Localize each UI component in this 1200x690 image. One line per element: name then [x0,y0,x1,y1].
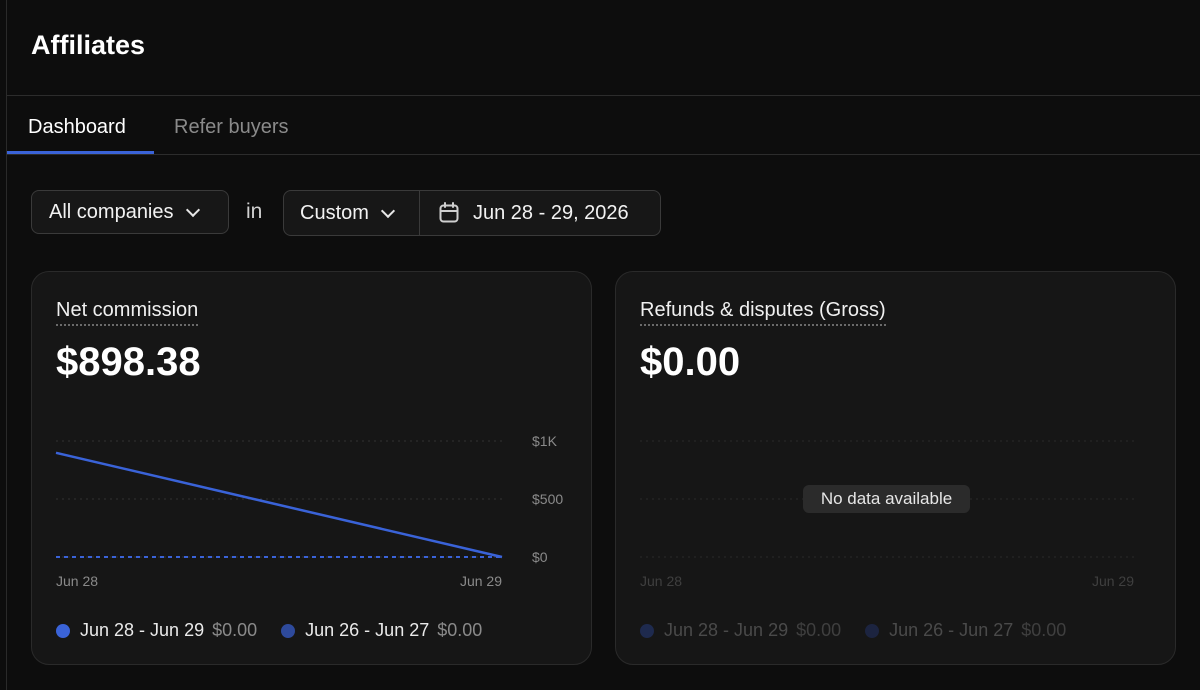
page-title: Affiliates [31,30,146,60]
legend-value: $0.00 [212,620,258,640]
range-preset-dropdown[interactable]: Custom [284,191,420,235]
series-line-current [55,451,503,559]
x-tick-label: Jun 28 [640,573,682,589]
no-data-badge: No data available [803,485,970,513]
legend-label: Jun 28 - Jun 29 [80,620,205,640]
legend-value: $0.00 [796,620,842,640]
date-range-label: Jun 28 - 29, 2026 [473,201,629,224]
legend-item-previous[interactable]: Jun 26 - Jun 27 $0.00 [281,620,482,641]
calendar-icon [439,202,459,223]
legend-label: Jun 26 - Jun 27 [889,620,1014,640]
legend-item-current[interactable]: Jun 28 - Jun 29 $0.00 [640,620,841,641]
y-tick-label: $1K [532,433,558,449]
refunds-disputes-card: Refunds & disputes (Gross) $0.00 Jun 28 … [615,271,1176,665]
tab-refer-buyers[interactable]: Refer buyers [174,116,289,139]
chart-legend: Jun 28 - Jun 29 $0.00 Jun 26 - Jun 27 $0… [56,620,506,641]
legend-label: Jun 28 - Jun 29 [664,620,789,640]
legend-dot-previous [281,623,296,638]
chevron-down-icon [380,203,395,218]
range-preset-label: Custom [300,201,369,224]
legend-dot-current [640,623,654,638]
y-tick-label: $0 [532,549,548,565]
date-range-picker: Custom Jun 28 - 29, 2026 [283,190,661,236]
legend-item-previous[interactable]: Jun 26 - Jun 27 $0.00 [865,620,1066,641]
y-tick-label: $500 [532,491,563,507]
tab-dashboard[interactable]: Dashboard [28,116,126,139]
chevron-down-icon [185,202,200,217]
x-tick-label: Jun 29 [1092,573,1134,589]
legend-label: Jun 26 - Jun 27 [305,620,430,640]
legend-value: $0.00 [1021,620,1067,640]
x-tick-label: Jun 29 [460,573,502,589]
date-range-button[interactable]: Jun 28 - 29, 2026 [421,191,660,235]
legend-dot-current [56,623,70,638]
x-tick-label: Jun 28 [56,573,98,589]
page-header: Affiliates [7,0,1200,96]
legend-dot-previous [865,623,880,638]
company-filter-label: All companies [49,200,174,223]
net-commission-card: Net commission $898.38 $1K $500 $0 Jun 28 Ju… [31,271,592,665]
legend-value: $0.00 [437,620,483,640]
net-commission-chart: $1K $500 $0 Jun 28 Jun 29 [55,433,563,589]
chart-legend: Jun 28 - Jun 29 $0.00 Jun 26 - Jun 27 $0… [640,620,1090,641]
filter-connector-text: in [246,200,263,223]
refunds-chart: Jun 28 Jun 29 [640,440,1136,589]
company-filter-dropdown[interactable]: All companies [31,190,229,234]
tab-bar: Dashboard Refer buyers [7,96,1200,155]
legend-item-current[interactable]: Jun 28 - Jun 29 $0.00 [56,620,257,641]
active-tab-indicator [7,151,154,154]
